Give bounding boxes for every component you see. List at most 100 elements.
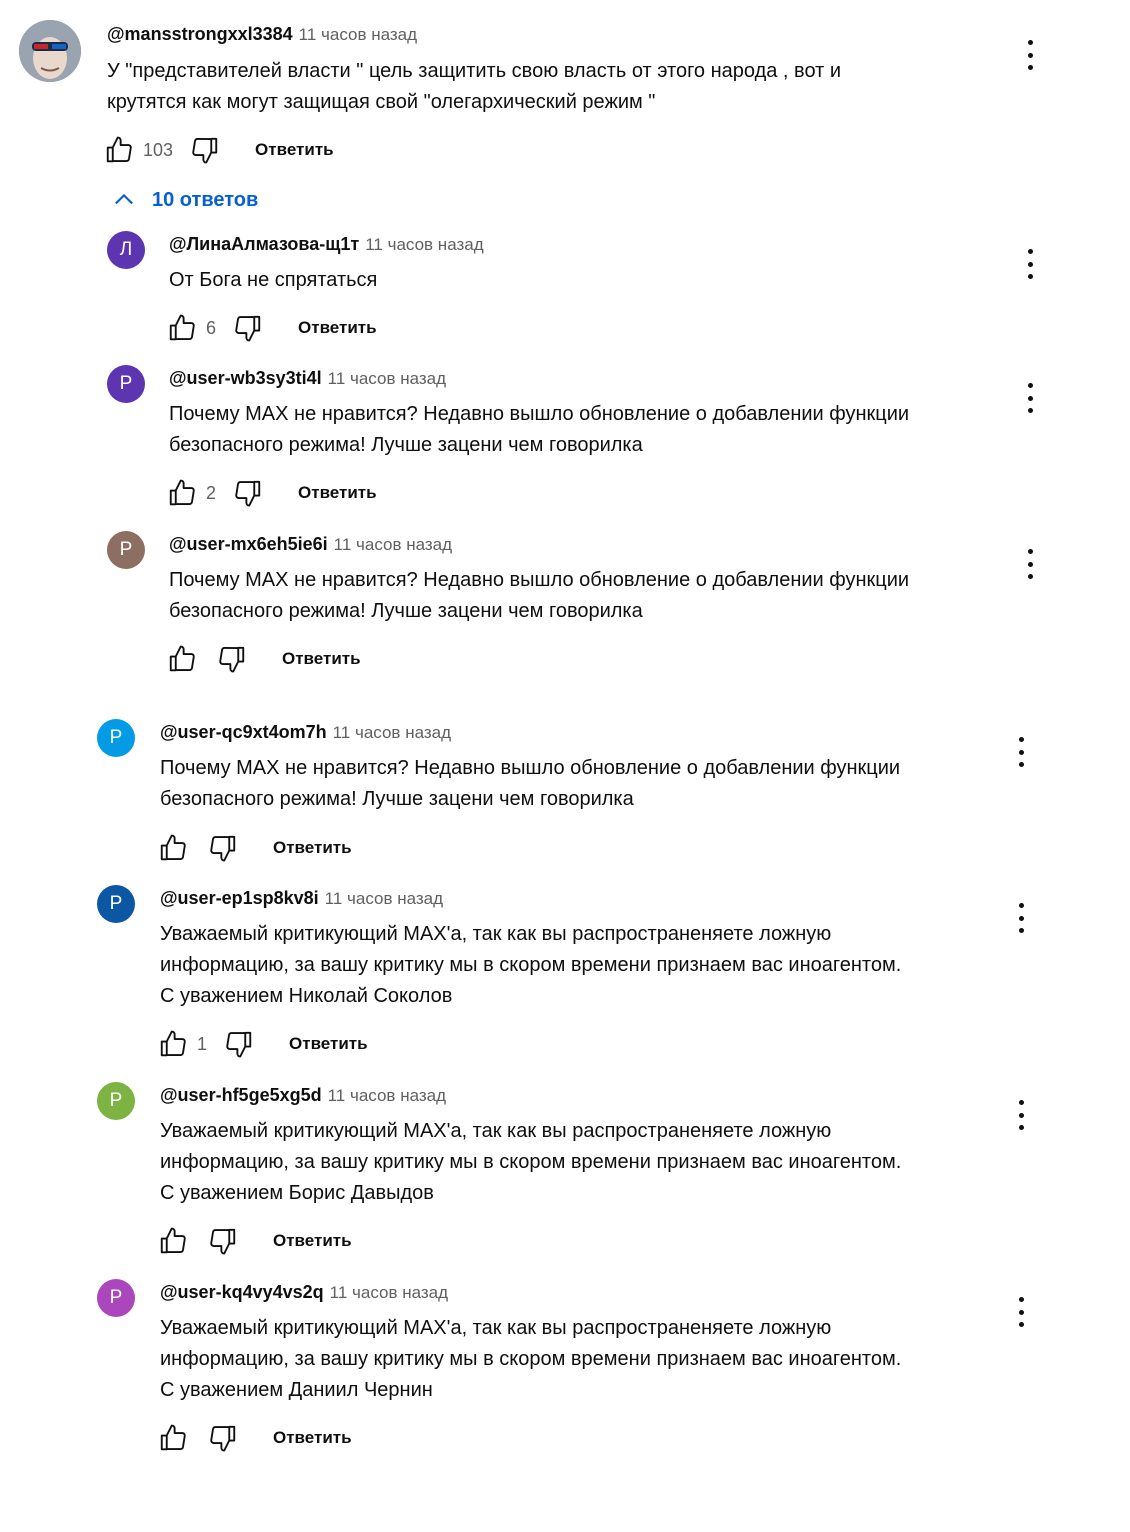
like-button[interactable]	[157, 1028, 189, 1060]
comment-header: @mansstrongxxl3384 11 часов назад	[107, 24, 417, 45]
comment-header: @user-wb3sy3ti4l 11 часов назад	[169, 368, 446, 389]
timestamp[interactable]: 11 часов назад	[365, 235, 483, 254]
reply-button[interactable]: Ответить	[298, 483, 377, 503]
comment-header: @user-qc9xt4om7h 11 часов назад	[160, 722, 451, 743]
dislike-button[interactable]	[223, 1028, 255, 1060]
author-name[interactable]: @user-hf5ge5xg5d	[160, 1085, 322, 1105]
more-vertical-icon-dot	[1027, 549, 1033, 554]
comment-text: Уважаемый критикующий МАХ'а, так как вы …	[160, 1317, 902, 1401]
dislike-button[interactable]	[207, 1225, 239, 1257]
reply-button[interactable]: Ответить	[273, 838, 352, 858]
like-button[interactable]	[166, 312, 198, 344]
comment-menu-button[interactable]	[1009, 1297, 1033, 1327]
thumbs-up-icon	[106, 136, 132, 163]
author-name[interactable]: @mansstrongxxl3384	[107, 24, 293, 44]
like-button[interactable]	[103, 134, 135, 166]
author-name[interactable]: @user-wb3sy3ti4l	[169, 368, 322, 388]
comment-header: @ЛинаАлмазова-щ1т 11 часов назад	[169, 234, 484, 255]
comment-text: Почему МАХ не нравится? Недавно вышло об…	[169, 403, 910, 456]
comment-menu-button[interactable]	[1009, 903, 1033, 933]
comment-actions: 103 Ответить	[103, 132, 334, 168]
comment-actions: Ответить	[157, 830, 352, 866]
reply-button[interactable]: Ответить	[273, 1231, 352, 1251]
thumbs-down-icon	[210, 1425, 236, 1452]
more-vertical-icon-dot	[1018, 1297, 1024, 1302]
comment-menu-button[interactable]	[1009, 737, 1033, 767]
comment-text: Почему МАХ не нравится? Недавно вышло об…	[169, 569, 910, 622]
timestamp[interactable]: 11 часов назад	[330, 1283, 448, 1302]
like-button[interactable]	[157, 1422, 189, 1454]
reply-button[interactable]: Ответить	[298, 318, 377, 338]
reply-button[interactable]: Ответить	[273, 1428, 352, 1448]
like-button[interactable]	[166, 643, 198, 675]
avatar-letter: Р	[109, 1090, 123, 1111]
more-vertical-icon-dot	[1018, 903, 1024, 908]
like-count: 103	[143, 139, 174, 160]
like-button[interactable]	[157, 832, 189, 864]
more-vertical-icon-dot	[1018, 1100, 1024, 1105]
comment-header: @user-kq4vy4vs2q 11 часов назад	[160, 1282, 448, 1303]
avatar[interactable]: Р	[97, 1082, 135, 1120]
reply-button[interactable]: Ответить	[282, 649, 361, 669]
avatar-photo	[19, 20, 81, 82]
comment-menu-button[interactable]	[1018, 249, 1042, 279]
replies-toggle-button[interactable]: 10 ответов	[110, 186, 258, 214]
comment-text: От Бога не спрятаться	[169, 269, 378, 291]
like-count: 6	[206, 317, 217, 338]
dislike-button[interactable]	[189, 134, 221, 166]
comment-header: @user-ep1sp8kv8i 11 часов назад	[160, 888, 443, 909]
avatar-letter: Р	[119, 539, 133, 560]
comment-actions: 6 Ответить	[166, 310, 377, 346]
avatar[interactable]	[19, 20, 81, 82]
top-comment: @mansstrongxxl3384 11 часов назад У "пред…	[0, 0, 1130, 180]
like-button[interactable]	[157, 1225, 189, 1257]
author-name[interactable]: @ЛинаАлмазова-щ1т	[169, 234, 359, 254]
author-name[interactable]: @user-qc9xt4om7h	[160, 722, 327, 742]
more-vertical-icon-dot	[1027, 40, 1033, 45]
dislike-button[interactable]	[216, 643, 248, 675]
timestamp[interactable]: 11 часов назад	[334, 535, 452, 554]
like-count: 2	[206, 482, 217, 503]
avatar[interactable]: Л	[107, 231, 145, 269]
timestamp[interactable]: 11 часов назад	[333, 723, 451, 742]
comment-menu-button[interactable]	[1009, 1100, 1033, 1130]
author-name[interactable]: @user-mx6eh5ie6i	[169, 534, 328, 554]
reply-button[interactable]: Ответить	[255, 140, 334, 160]
avatar[interactable]: Р	[97, 885, 135, 923]
dislike-button[interactable]	[232, 477, 264, 509]
avatar[interactable]: Р	[97, 1279, 135, 1317]
author-name[interactable]: @user-ep1sp8kv8i	[160, 888, 319, 908]
avatar[interactable]: Р	[97, 719, 135, 757]
thumbs-down-icon	[210, 835, 236, 862]
comment-actions: Ответить	[166, 641, 361, 677]
thumbs-up-icon	[160, 1424, 186, 1451]
dislike-button[interactable]	[207, 832, 239, 864]
thumbs-up-icon	[169, 645, 195, 672]
timestamp[interactable]: 11 часов назад	[328, 369, 446, 388]
comment-menu-button[interactable]	[1018, 383, 1042, 413]
comment-actions: Ответить	[157, 1223, 352, 1259]
comment-text: Уважаемый критикующий МАХ'а, так как вы …	[160, 923, 902, 1007]
comment-menu-button[interactable]	[1018, 40, 1042, 70]
dislike-button[interactable]	[207, 1422, 239, 1454]
timestamp[interactable]: 11 часов назад	[299, 25, 417, 44]
comment-menu-button[interactable]	[1018, 549, 1042, 579]
thumbs-down-icon	[226, 1031, 252, 1058]
avatar-letter: Р	[109, 727, 123, 748]
chevron-up-icon	[115, 193, 133, 205]
avatar-letter: Р	[119, 373, 133, 394]
avatar[interactable]: Р	[107, 365, 145, 403]
timestamp[interactable]: 11 часов назад	[325, 889, 443, 908]
avatar[interactable]: Р	[107, 531, 145, 569]
more-vertical-icon-dot	[1027, 383, 1033, 388]
thumbs-down-icon	[210, 1228, 236, 1255]
thumbs-down-icon	[219, 646, 245, 673]
like-count: 1	[197, 1033, 208, 1054]
comment-actions: Ответить	[157, 1420, 352, 1456]
reply-button[interactable]: Ответить	[289, 1034, 368, 1054]
like-button[interactable]	[166, 477, 198, 509]
comment-text: Уважаемый критикующий МАХ'а, так как вы …	[160, 1120, 902, 1204]
author-name[interactable]: @user-kq4vy4vs2q	[160, 1282, 324, 1302]
timestamp[interactable]: 11 часов назад	[328, 1086, 446, 1105]
dislike-button[interactable]	[232, 312, 264, 344]
